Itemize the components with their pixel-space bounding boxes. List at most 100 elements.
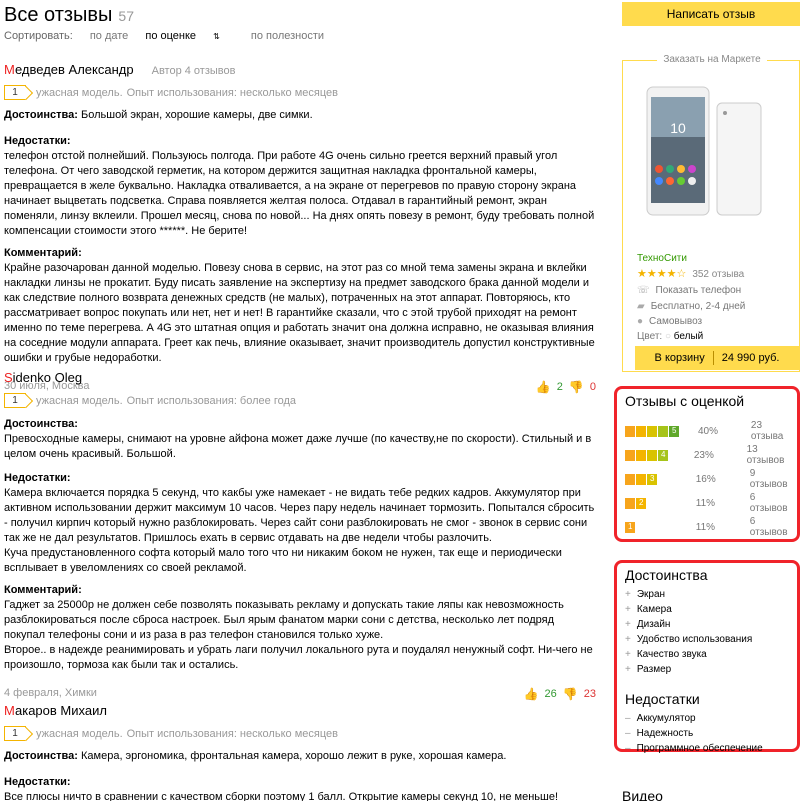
offer-header: Заказать на Маркете xyxy=(657,54,767,65)
review-author[interactable]: Sidenko Oleg xyxy=(4,370,596,385)
review-grade: 1 ужасная модель. Опыт использования: не… xyxy=(4,726,596,741)
rating-bar: 5 xyxy=(625,425,680,437)
cons-item[interactable]: Программное обеспечение xyxy=(625,741,789,756)
delivery-label: Бесплатно, 2-4 дней xyxy=(650,301,746,312)
rating-bar-segment xyxy=(658,425,668,437)
add-to-cart-button[interactable]: В корзину 24 990 руб. xyxy=(635,346,799,370)
sort-by-usefulness[interactable]: по полезности xyxy=(251,30,324,42)
rating-bar-segment xyxy=(625,425,635,437)
video-heading: Видео xyxy=(622,788,663,801)
cons-item[interactable]: Аккумулятор xyxy=(625,711,789,726)
phone-image[interactable]: 10 xyxy=(645,83,765,223)
ratings-rows: 5 40% 23 отзыва 4 23% 13 отзывов 3 16% 9 отзывов… xyxy=(625,419,789,539)
comment-heading: Комментарий: xyxy=(4,247,82,259)
thumbs-up-icon[interactable]: 👍 xyxy=(524,687,539,701)
rating-row[interactable]: 1 11% 6 отзывов xyxy=(625,515,789,539)
pros-item[interactable]: Удобство использования xyxy=(625,632,789,647)
color-value: белый xyxy=(673,331,704,342)
sort-direction-icon: ⇅ xyxy=(213,32,220,41)
experience-text: Опыт использования: несколько месяцев xyxy=(126,86,338,99)
sort-by-date[interactable]: по дате xyxy=(90,30,128,42)
pros-item[interactable]: Размер xyxy=(625,662,789,677)
page-title-text: Все отзывы xyxy=(4,4,113,26)
cons-text: Все плюсы ничто в сравнении с качеством … xyxy=(4,791,559,801)
pros-item[interactable]: Камера xyxy=(625,602,789,617)
rating-count: 6 отзывов xyxy=(749,492,788,514)
cart-label: В корзину xyxy=(654,352,705,364)
rating-bar-segment xyxy=(636,473,646,485)
pros-title: Достоинства xyxy=(625,567,708,583)
cons-heading: Недостатки: xyxy=(4,776,71,788)
color-label: Цвет: xyxy=(637,331,663,342)
rating-grade-label: 5 xyxy=(672,425,677,435)
cons-list: АккумуляторНадежностьПрограммное обеспеч… xyxy=(625,711,789,756)
pros-text: Превосходные камеры, снимают на уровне а… xyxy=(4,433,592,460)
grade-text: ужасная модель. xyxy=(36,86,123,99)
rating-bar-segment xyxy=(636,449,646,461)
comment-heading: Комментарий: xyxy=(4,584,82,596)
rating-bar: 3 xyxy=(625,473,678,485)
delivery-info: ▰ Бесплатно, 2-4 дней xyxy=(637,301,745,312)
review-footer: 4 февраля, Химки 👍 26 👎 23 xyxy=(4,687,596,701)
author-name: idenko Oleg xyxy=(12,370,83,385)
ratings-breakdown: Отзывы с оценкой 5 40% 23 отзыва 4 23% 13 отз… xyxy=(614,386,800,542)
rating-percent: 40% xyxy=(698,425,719,437)
review-author[interactable]: Медведев Александр Автор 4 отзывов xyxy=(4,62,596,77)
pros-cons-summary: Достоинства ЭкранКамераДизайнУдобство ис… xyxy=(614,560,800,754)
rating-bar-segment xyxy=(647,449,657,461)
pros-heading: Достоинства: xyxy=(4,109,78,121)
experience-text: Опыт использования: более года xyxy=(126,394,296,407)
review-date: 4 февраля, Химки xyxy=(4,687,97,699)
rating-bar: 2 xyxy=(625,497,678,509)
author-initial: М xyxy=(4,703,15,718)
author-initial: М xyxy=(4,62,15,77)
reviews-count: 57 xyxy=(118,8,134,24)
price: 24 990 руб. xyxy=(721,352,780,364)
rating-row[interactable]: 2 11% 6 отзывов xyxy=(625,491,789,515)
rating-grade-label: 3 xyxy=(650,473,655,483)
pros-item[interactable]: Экран xyxy=(625,587,789,602)
rating-count: 13 отзывов xyxy=(746,444,785,466)
rating-percent: 23% xyxy=(693,449,714,461)
review-card: Sidenko Oleg 1 ужасная модель. Опыт испо… xyxy=(4,370,596,701)
review-pros: Достоинства: Большой экран, хорошие каме… xyxy=(4,108,596,123)
ratings-title: Отзывы с оценкой xyxy=(625,393,745,409)
cart-divider xyxy=(712,351,714,365)
page-title: Все отзывы 57 xyxy=(4,4,134,27)
pros-item[interactable]: Дизайн xyxy=(625,617,789,632)
grade-text: ужасная модель. xyxy=(36,727,123,740)
rating-bar-segment xyxy=(636,425,646,437)
shop-name[interactable]: ТехноСити xyxy=(637,253,687,264)
pros-item[interactable]: Качество звука xyxy=(625,647,789,662)
review-author[interactable]: Макаров Михаил xyxy=(4,703,596,718)
grade-badge: 1 xyxy=(4,393,26,408)
pros-text: Большой экран, хорошие камеры, две симки… xyxy=(81,109,313,121)
thumbs-down-icon[interactable]: 👎 xyxy=(563,687,578,701)
shop-rating-count[interactable]: 352 отзыва xyxy=(692,269,744,280)
rating-row[interactable]: 3 16% 9 отзывов xyxy=(625,467,789,491)
cons-text: Камера включается порядка 5 секунд, что … xyxy=(4,487,595,574)
downvote-count: 23 xyxy=(583,688,596,700)
review-pros: Достоинства: Камера, эргономика, фронтал… xyxy=(4,749,596,764)
grade-badge: 1 xyxy=(4,726,26,741)
write-review-button[interactable]: Написать отзыв xyxy=(622,2,800,26)
show-phone-link[interactable]: ☏ Показать телефон xyxy=(637,285,741,296)
rating-grade-label: 1 xyxy=(628,521,633,531)
author-meta: Автор 4 отзывов xyxy=(151,65,236,77)
shop-rating: ★★★★☆ 352 отзыва xyxy=(637,267,744,280)
cons-title: Недостатки xyxy=(625,691,700,707)
sort-by-rating[interactable]: по оценке ⇅ xyxy=(145,30,233,42)
rating-bar: 4 xyxy=(625,449,676,461)
color-swatch-icon: ○ xyxy=(664,331,672,342)
rating-row[interactable]: 5 40% 23 отзыва xyxy=(625,419,789,443)
rating-row[interactable]: 4 23% 13 отзывов xyxy=(625,443,789,467)
sort-bar: Сортировать: по дате по оценке ⇅ по поле… xyxy=(4,30,338,42)
cons-item[interactable]: Надежность xyxy=(625,726,789,741)
phone-icon: ☏ xyxy=(637,285,650,296)
grade-badge: 1 xyxy=(4,85,26,100)
comment-text: Гаджет за 25000р не должен себе позволят… xyxy=(4,599,593,671)
review-card: Макаров Михаил 1 ужасная модель. Опыт ис… xyxy=(4,703,596,801)
review-votes: 👍 26 👎 23 xyxy=(524,687,596,701)
truck-icon: ▰ xyxy=(637,301,645,312)
comment-text: Крайне разочарован данной моделью. Повез… xyxy=(4,262,595,364)
